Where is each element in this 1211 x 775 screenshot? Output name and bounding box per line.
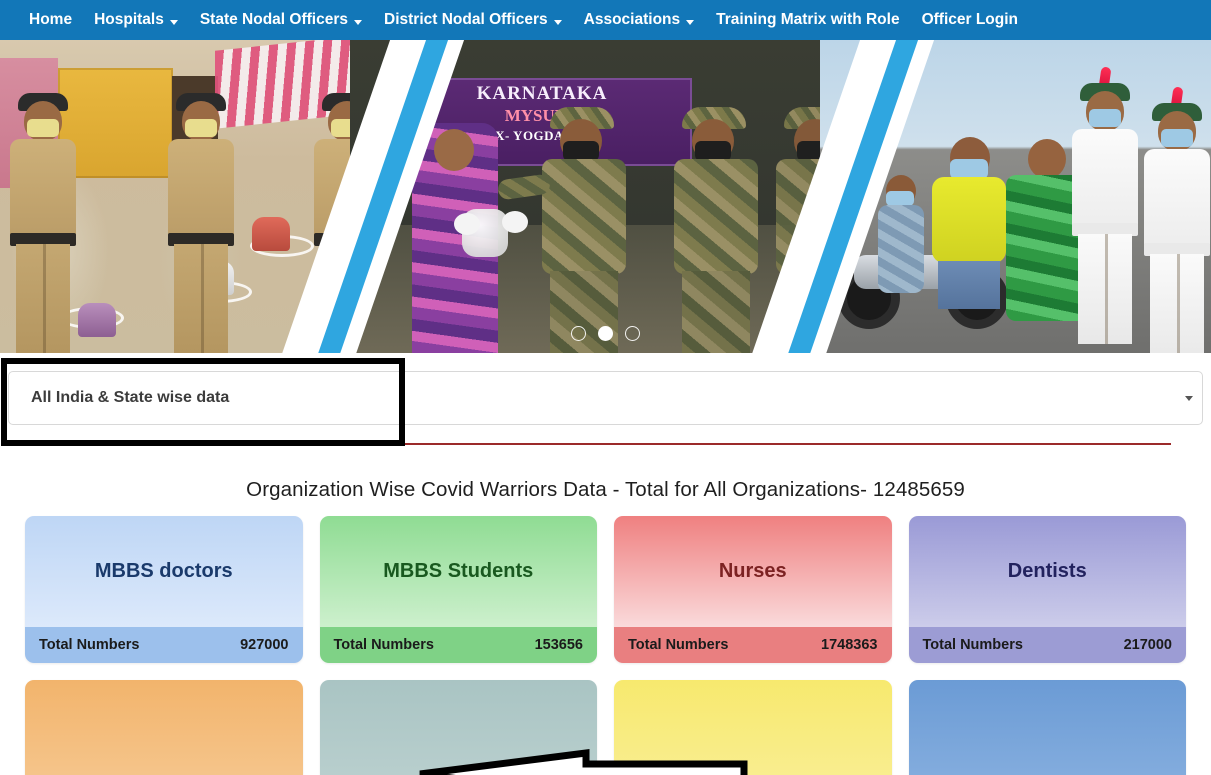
chevron-down-icon [354, 19, 362, 25]
nav-item-officer-login[interactable]: Officer Login [911, 0, 1029, 40]
org-card-mbbs-students[interactable]: MBBS Students Total Numbers 153656 [319, 516, 597, 663]
nav-item-label: Home [29, 11, 73, 28]
org-card-body: ICDS - Upgraded [614, 680, 892, 775]
carousel-dot-2[interactable] [598, 326, 613, 341]
org-card-body: MBBS Students [319, 516, 597, 627]
organization-data-section: Organization Wise Covid Warriors Data - … [0, 453, 1211, 775]
org-card-body: MBBS doctors [25, 516, 303, 627]
org-card-total-value: 1748363 [821, 637, 878, 653]
org-card-footer: Total Numbers 217000 [908, 627, 1186, 663]
nav-item-training-matrix-with-role[interactable]: Training Matrix with Role [705, 0, 910, 40]
org-card-title: Dentists [1007, 560, 1087, 582]
chevron-down-icon [169, 19, 178, 25]
org-card-body: Dentists [908, 516, 1186, 627]
org-card-total-label: Total Numbers [922, 637, 1023, 653]
org-card-footer: Total Numbers 927000 [25, 627, 303, 663]
org-card-footer: Total Numbers 153656 [319, 627, 597, 663]
nav-item-label: Officer Login [921, 11, 1019, 28]
org-card-body: Pharmacists [25, 680, 303, 775]
page-title: Organization Wise Covid Warriors Data - … [246, 478, 965, 501]
org-card-dentists[interactable]: Dentists Total Numbers 217000 [908, 516, 1186, 663]
carousel-divider-right [745, 40, 941, 353]
org-card-pharmacists[interactable]: Pharmacists [25, 680, 303, 775]
main-navigation-bar: Home Hospitals State Nodal Officers Dist… [0, 0, 1211, 40]
nav-item-label: Hospitals [94, 11, 164, 28]
hero-carousel[interactable]: KARNATAKA MYSURU EX- YOGDAN CO [0, 40, 1211, 353]
nav-item-associations[interactable]: Associations [573, 0, 705, 40]
carousel-dot-1[interactable] [571, 326, 586, 341]
organization-cards-row-2: Pharmacists AYUSH ICDS - Upgraded ESIC H… [0, 680, 1211, 775]
org-card-total-label: Total Numbers [39, 637, 140, 653]
nav-item-state-nodal-officers[interactable]: State Nodal Officers [189, 0, 373, 40]
org-card-total-value: 153656 [534, 637, 583, 653]
org-card-title: MBBS Students [383, 560, 534, 582]
org-card-title: MBBS doctors [94, 560, 233, 582]
org-card-footer: Total Numbers 1748363 [614, 627, 892, 663]
data-scope-selector-row: All India & State wise data [0, 353, 1211, 775]
org-card-mbbs-doctors[interactable]: MBBS doctors Total Numbers 927000 [25, 516, 303, 663]
nav-item-label: State Nodal Officers [199, 11, 348, 28]
nav-item-district-nodal-officers[interactable]: District Nodal Officers [373, 0, 573, 40]
org-card-nurses[interactable]: Nurses Total Numbers 1748363 [614, 516, 892, 663]
chevron-down-icon [686, 19, 695, 25]
nav-item-label: Training Matrix with Role [716, 11, 900, 28]
chevron-down-icon [553, 19, 562, 25]
carousel-indicators[interactable] [0, 326, 1211, 341]
nav-item-home[interactable]: Home [18, 0, 83, 40]
carousel-divider-left [275, 40, 471, 353]
org-card-ayush[interactable]: AYUSH [319, 680, 597, 775]
org-card-esic-hospitals[interactable]: ESIC Hospitals [908, 680, 1186, 775]
all-india-state-wise-data-select[interactable]: All India & State wise data [8, 371, 1203, 425]
nav-item-hospitals[interactable]: Hospitals [83, 0, 189, 40]
org-card-total-value: 217000 [1123, 637, 1172, 653]
select-selected-value: All India & State wise data [31, 389, 230, 406]
org-card-title: Nurses [718, 560, 787, 582]
chevron-down-icon [1185, 396, 1193, 401]
org-card-total-label: Total Numbers [333, 637, 434, 653]
state-select-wrapper: All India & State wise data [8, 371, 1203, 425]
org-card-body: Nurses [614, 516, 892, 627]
org-card-total-value: 927000 [240, 637, 289, 653]
org-card-body: ESIC Hospitals [908, 680, 1186, 775]
carousel-dot-3[interactable] [625, 326, 640, 341]
organization-cards-row-1: MBBS doctors Total Numbers 927000 MBBS S… [0, 516, 1211, 663]
nav-item-label: District Nodal Officers [384, 11, 548, 28]
org-card-total-label: Total Numbers [628, 637, 729, 653]
section-divider [40, 443, 1171, 445]
org-card-body: AYUSH [319, 680, 597, 775]
nav-item-label: Associations [583, 11, 681, 28]
org-card-icds-upgraded[interactable]: ICDS - Upgraded [614, 680, 892, 775]
